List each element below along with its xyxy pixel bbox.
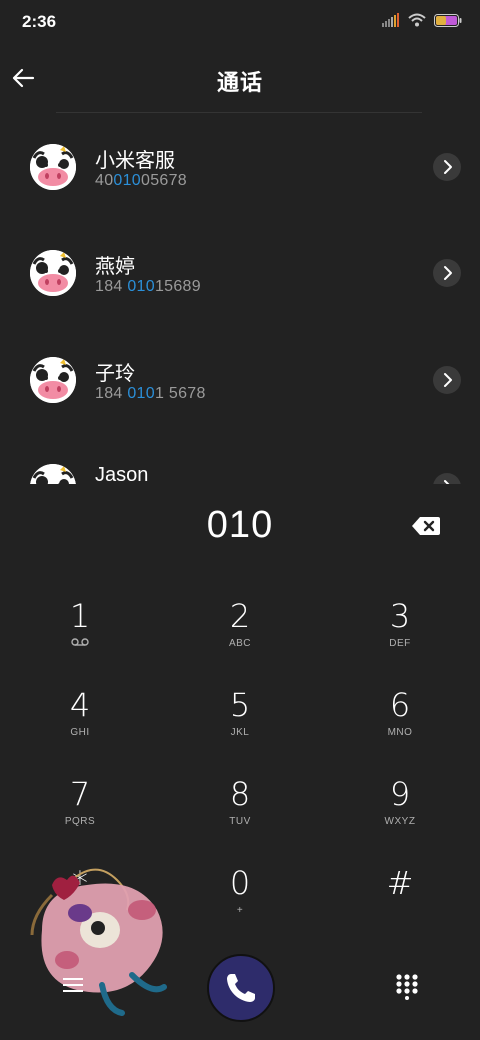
backspace-icon (412, 517, 440, 535)
avatar (30, 250, 76, 296)
number-suffix: 05678 (141, 172, 188, 189)
number-suffix: 1 5678 (154, 385, 206, 402)
key-digit: 0 (229, 864, 251, 902)
status-icons (382, 13, 462, 27)
cow-avatar-icon (30, 250, 76, 296)
contact-number: 184 01015689 (95, 278, 201, 296)
call-button[interactable] (207, 954, 275, 1022)
contact-detail-button[interactable] (433, 259, 461, 287)
voicemail-icon (20, 638, 140, 649)
dial-key[interactable]: 1 (20, 598, 140, 678)
dial-key[interactable]: 4 GHI (20, 687, 140, 767)
avatar (30, 464, 76, 484)
dial-key[interactable]: 3 DEF (340, 598, 460, 678)
key-letters: + (236, 905, 244, 916)
key-digit: # (386, 864, 414, 902)
bottom-bar (0, 948, 480, 1040)
key-digit: 6 (389, 686, 411, 724)
contact-row[interactable]: 子玲 184 0101 5678 (0, 327, 480, 431)
dialpad-icon (396, 974, 418, 1000)
number-prefix: 40 (95, 172, 114, 189)
key-letters: PQRS (64, 816, 96, 827)
number-suffix: 15689 (154, 278, 201, 295)
dial-key[interactable]: 2 ABC (180, 598, 300, 678)
key-letters: DEF (389, 638, 411, 649)
number-match: 010 (113, 172, 142, 189)
contact-number: 4001005678 (95, 172, 187, 190)
cow-avatar-icon (30, 357, 76, 403)
contact-row[interactable]: Jason (0, 434, 480, 484)
key-letters: JKL (230, 727, 250, 738)
dial-key[interactable]: 8 TUV (180, 776, 300, 856)
dial-key[interactable]: 0 + (180, 865, 300, 945)
wifi-icon (408, 13, 426, 27)
dial-key[interactable]: # (340, 865, 460, 945)
dial-key[interactable]: 7 PQRS (20, 776, 140, 856)
avatar (30, 144, 76, 190)
menu-button[interactable] (62, 976, 84, 994)
contact-name: Jason (95, 464, 149, 484)
backspace-button[interactable] (411, 515, 441, 537)
dial-key[interactable]: 5 JKL (180, 687, 300, 767)
dialed-number: 010 (206, 504, 274, 546)
page-title: 通话 (216, 70, 263, 95)
dialpad-toggle-button[interactable] (396, 974, 418, 1000)
cow-avatar-icon (30, 144, 76, 190)
number-prefix: 184 (95, 278, 128, 295)
key-digit: * (72, 864, 88, 902)
battery-icon (434, 13, 462, 27)
dial-display: 010 (0, 500, 480, 556)
number-prefix: 184 (95, 385, 128, 402)
cow-avatar-icon (30, 464, 76, 484)
dial-key[interactable]: 6 MNO (340, 687, 460, 767)
key-digit: 8 (229, 775, 251, 813)
contact-name: 子玲 (95, 363, 135, 385)
key-letters: MNO (387, 727, 413, 738)
chevron-right-icon (444, 160, 452, 174)
key-letters: WXYZ (384, 816, 416, 827)
key-digit: 3 (389, 597, 411, 635)
signal-icon (382, 13, 399, 27)
key-digit: 5 (229, 686, 251, 724)
key-digit: 2 (229, 597, 251, 635)
avatar (30, 357, 76, 403)
menu-icon (63, 978, 83, 992)
contact-name: 小米客服 (95, 150, 175, 172)
header: 通话 (0, 50, 480, 110)
status-time: 2:36 (22, 12, 57, 31)
key-letters: GHI (70, 727, 90, 738)
key-letters: , (78, 905, 82, 916)
contact-detail-button[interactable] (433, 473, 461, 484)
contact-row[interactable]: 燕婷 184 01015689 (0, 220, 480, 324)
number-match: 010 (127, 385, 155, 402)
status-bar: 2:36 (0, 0, 480, 44)
key-digit: 1 (69, 597, 91, 635)
key-digit: 7 (69, 775, 91, 813)
key-digit: 4 (69, 686, 91, 724)
chevron-right-icon (444, 480, 450, 484)
contact-list[interactable]: 小米客服 4001005678 燕婷 184 01015689 子玲 184 0… (0, 114, 480, 484)
phone-icon (227, 974, 255, 1002)
key-digit: 9 (389, 775, 411, 813)
key-letters: ABC (228, 638, 252, 649)
contact-number: 184 0101 5678 (95, 385, 206, 403)
number-match: 010 (127, 278, 155, 295)
dial-key[interactable]: 9 WXYZ (340, 776, 460, 856)
contact-row[interactable]: 小米客服 4001005678 (0, 114, 480, 218)
dial-key[interactable]: *, (20, 865, 140, 945)
chevron-right-icon (444, 373, 452, 387)
header-divider (56, 112, 422, 113)
contact-detail-button[interactable] (433, 366, 461, 394)
contact-detail-button[interactable] (433, 153, 461, 181)
chevron-right-icon (444, 266, 452, 280)
key-letters: TUV (229, 816, 251, 827)
contact-name: 燕婷 (95, 256, 135, 278)
